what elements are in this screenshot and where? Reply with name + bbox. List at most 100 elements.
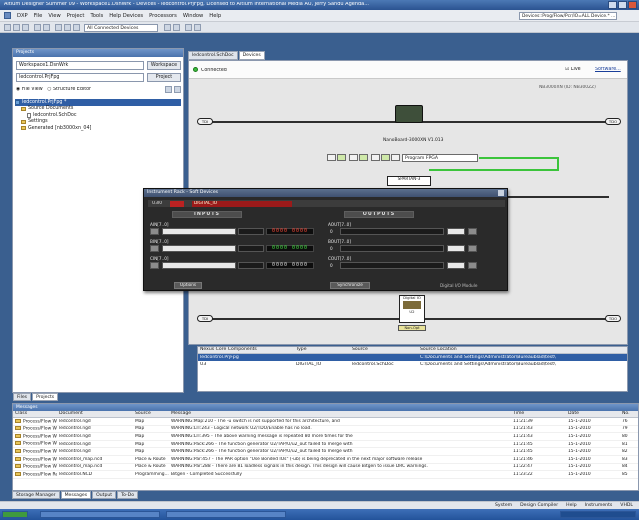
status-link-instruments[interactable]: Instruments [585, 503, 613, 508]
connected-devices-combo[interactable]: All Connected Devices [84, 23, 158, 32]
input-channel-toggle-icon[interactable] [150, 245, 159, 252]
menu-item-window[interactable]: Window [183, 13, 203, 19]
status-link-help[interactable]: Help [566, 503, 576, 508]
menu-item-view[interactable]: View [48, 13, 60, 19]
workspace-combo[interactable]: Workspace1.DsnWrk [16, 61, 144, 70]
output-channel-toggle-icon[interactable] [468, 262, 477, 269]
col-type[interactable]: Type [294, 347, 350, 353]
menu-item-devices[interactable]: Help Devices [109, 13, 143, 19]
panel-options-icon[interactable] [165, 86, 172, 93]
taskbar-item[interactable] [166, 511, 286, 518]
tab-storage-manager[interactable]: Storage Manager [12, 491, 60, 499]
output-channel-toggle-icon[interactable] [468, 245, 477, 252]
input-channel-toggle-icon[interactable] [150, 262, 159, 269]
status-link-design-compiler[interactable]: Design Compiler [520, 503, 558, 508]
tab-projects[interactable]: Projects [32, 393, 59, 401]
project-combo[interactable]: ledcontrol.PrjFpg [16, 73, 144, 82]
tree-item[interactable]: Generated [nb3000xn_04] [15, 125, 181, 132]
menu-item-file[interactable]: File [34, 13, 43, 19]
tab-devices[interactable]: Devices [238, 51, 265, 60]
input-channel-value-field[interactable] [162, 228, 236, 235]
panel-refresh-icon[interactable] [174, 86, 181, 93]
instrument-close-icon[interactable] [498, 190, 504, 196]
col-source[interactable]: Source [133, 411, 169, 417]
col-time[interactable]: Time [511, 411, 566, 417]
taskbar-item[interactable] [40, 511, 160, 518]
copy-icon[interactable] [64, 24, 71, 31]
col-no[interactable]: No. [620, 411, 638, 417]
output-channel-toggle-icon[interactable] [468, 228, 477, 235]
minimize-button[interactable] [608, 1, 617, 9]
menu-item-tools[interactable]: Tools [90, 13, 103, 19]
message-row[interactable]: Process/Flow Warningledcontrol.ngd Map WAR… [13, 418, 638, 426]
output-channel-field[interactable] [447, 228, 465, 235]
non-opt-button[interactable]: Non-Opt [398, 325, 426, 331]
options-button[interactable]: Options [174, 282, 202, 289]
col-message[interactable]: Message [169, 411, 511, 417]
tab-ledcontrol-schdoc[interactable]: ledcontrol.SchDoc [188, 51, 238, 60]
spartan3-device[interactable]: SPARTAN-3 [387, 176, 431, 186]
menu-item-help[interactable]: Help [209, 13, 221, 19]
input-channel-toggle-icon[interactable] [150, 228, 159, 235]
project-button[interactable]: Project [147, 73, 181, 82]
output-channel-field[interactable] [447, 262, 465, 269]
message-row[interactable]: Process/Flow Warningledcontrol.ngd Map WAR… [13, 433, 638, 441]
new-file-icon[interactable] [4, 24, 11, 31]
zoom-icon[interactable] [43, 24, 50, 31]
status-link-vhdl[interactable]: VHDL [620, 503, 633, 508]
print-icon[interactable] [34, 24, 41, 31]
undo-icon[interactable] [185, 24, 192, 31]
forward-icon[interactable] [173, 24, 180, 31]
paste-icon[interactable] [73, 24, 80, 31]
close-button[interactable] [628, 1, 637, 9]
bitstream-icon[interactable] [337, 154, 346, 161]
synthesize-icon[interactable] [371, 154, 380, 161]
structure-editor-radio[interactable]: ○ [44, 87, 53, 92]
message-row[interactable]: Process/Flow Warningledcontrol_map.ncd Pl… [13, 464, 638, 472]
col-nexus-core[interactable]: Nexus Core Components [198, 347, 294, 353]
compile-icon[interactable] [359, 154, 368, 161]
col-source-location[interactable]: Source Location [418, 347, 618, 353]
cut-icon[interactable] [55, 24, 62, 31]
nanoboard-device-icon[interactable] [395, 105, 423, 123]
save-icon[interactable] [22, 24, 29, 31]
digital-io-device[interactable]: Digital IO U2 [399, 295, 425, 323]
build-icon[interactable] [381, 154, 390, 161]
program-fpga-field[interactable]: Program FPGA [402, 154, 478, 162]
status-link-system[interactable]: System [495, 503, 512, 508]
component-row[interactable]: ledcontrol.PrjFpg C:\Documents and Settin… [198, 354, 627, 361]
input-channel-value-field[interactable] [162, 262, 236, 269]
devices-path-field[interactable]: Devices::Prog/Flow/Pcr/IO=ALL Device.* .… [519, 11, 617, 20]
output-channel-field[interactable] [447, 245, 465, 252]
tab-output[interactable]: Output [92, 491, 117, 499]
tab-files[interactable]: Files [13, 393, 32, 401]
redo-icon[interactable] [194, 24, 201, 31]
menu-item-project[interactable]: Project [67, 13, 85, 19]
place-route-icon[interactable] [391, 154, 400, 161]
message-row[interactable]: Process/Flow Warningledcontrol.ngd Map WAR… [13, 448, 638, 456]
tab-messages[interactable]: Messages [60, 491, 92, 499]
message-row[interactable]: Process/Flow Reportledcontrol.NCD Program… [13, 471, 638, 479]
workspace-button[interactable]: Workspace [147, 61, 181, 70]
message-row[interactable]: Process/Flow Warningledcontrol.ngd Map WAR… [13, 441, 638, 449]
device-options-icon[interactable] [327, 154, 336, 161]
synchronize-button[interactable]: Synchronize [330, 282, 370, 289]
live-checkbox[interactable]: ☑ Live [565, 67, 581, 73]
menu-item-processors[interactable]: Processors [149, 13, 177, 19]
component-row[interactable]: U3 DIGITAL_IO ledcontrol.SchDoc C:\Document… [198, 361, 627, 368]
input-channel-value-field[interactable] [162, 245, 236, 252]
reset-icon[interactable] [349, 154, 358, 161]
back-icon[interactable] [164, 24, 171, 31]
col-source[interactable]: Source [350, 347, 418, 353]
open-folder-icon[interactable] [13, 24, 20, 31]
col-date[interactable]: Date [566, 411, 620, 417]
start-button[interactable] [2, 511, 28, 518]
message-row[interactable]: Process/Flow Warningledcontrol.ngd Map WAR… [13, 426, 638, 434]
message-row[interactable]: Process/Flow Warningledcontrol_map.ncd Pl… [13, 456, 638, 464]
maximize-button[interactable] [618, 1, 627, 9]
tab-todo[interactable]: To-Do [117, 491, 139, 499]
col-document[interactable]: Document [57, 411, 133, 417]
software-link[interactable]: Software... [595, 67, 621, 73]
menu-item-dxp[interactable]: DXP [17, 13, 28, 19]
col-class[interactable]: Class [13, 411, 57, 417]
